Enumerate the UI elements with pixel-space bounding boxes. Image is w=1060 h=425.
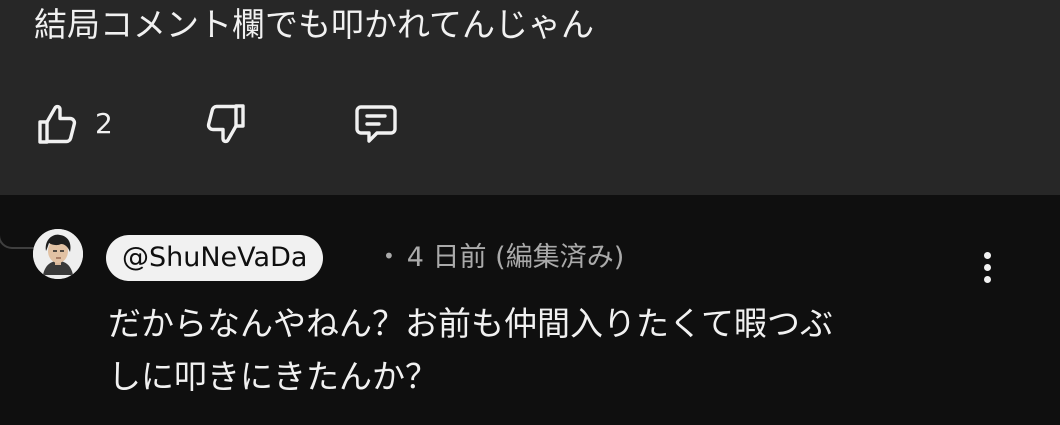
thumbs-up-icon bbox=[38, 104, 77, 144]
like-count: 2 bbox=[95, 107, 113, 140]
dislike-button[interactable] bbox=[199, 96, 255, 152]
user-avatar-illustration bbox=[33, 229, 83, 279]
reply-comment-text: だからなんやねん？お前も仲間入りたくて暇つぶ しに叩きにきたんか？ bbox=[108, 304, 834, 396]
like-button[interactable] bbox=[28, 96, 84, 152]
more-options-button[interactable] bbox=[970, 243, 1004, 291]
parent-comment: 結局コメント欄でも叩かれてんじゃん 2 bbox=[0, 0, 1060, 195]
comment-meta: • 4 日前 (編集済み) bbox=[383, 235, 624, 281]
reply-button[interactable] bbox=[348, 96, 404, 152]
reply-comment: @ShuNeVaDa • 4 日前 (編集済み) だからなんやねん？お前も仲間入り… bbox=[0, 195, 1060, 425]
comment-action-bar: 2 bbox=[0, 96, 600, 156]
comment-icon bbox=[355, 105, 397, 143]
thread-connector bbox=[0, 217, 36, 249]
more-vertical-icon-dot bbox=[983, 251, 991, 259]
more-vertical-icon-dot bbox=[983, 275, 991, 283]
edited-label: (編集済み) bbox=[495, 242, 625, 273]
more-vertical-icon-dot bbox=[983, 263, 991, 271]
channel-handle[interactable]: @ShuNeVaDa bbox=[106, 235, 324, 281]
comment-time: 4 日前 bbox=[406, 242, 487, 273]
thumbs-down-icon bbox=[206, 104, 245, 144]
meta-separator: • bbox=[383, 244, 395, 268]
avatar[interactable] bbox=[33, 229, 83, 279]
parent-comment-text: 結局コメント欄でも叩かれてんじゃん bbox=[34, 5, 595, 44]
